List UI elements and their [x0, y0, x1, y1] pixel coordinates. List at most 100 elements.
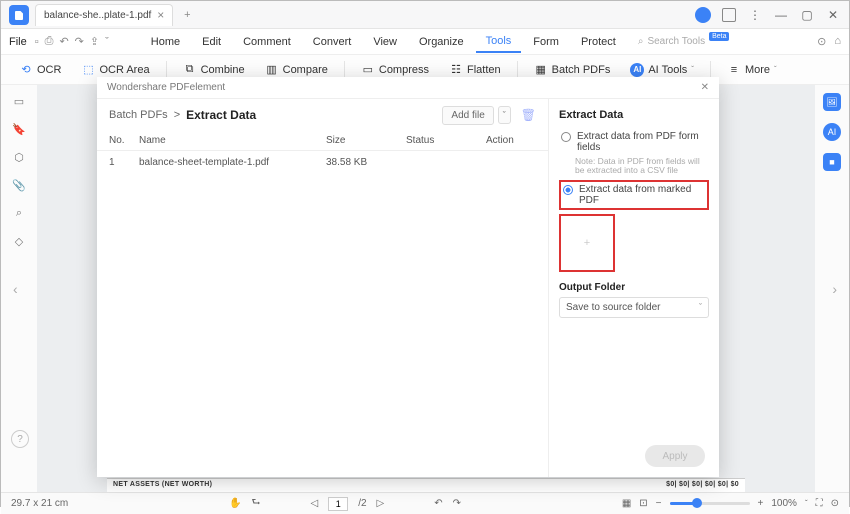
zoom-out-icon[interactable]: −	[656, 498, 662, 509]
document-tab[interactable]: balance-she..plate-1.pdf ×	[35, 4, 173, 26]
user-avatar[interactable]	[691, 3, 715, 27]
rotate-right-icon[interactable]: ↷	[453, 498, 461, 509]
breadcrumb-root[interactable]: Batch PDFs	[109, 109, 168, 121]
radio-unchecked-icon	[561, 132, 571, 142]
add-area-box[interactable]: +	[559, 214, 615, 272]
menu-organize[interactable]: Organize	[409, 32, 474, 52]
cell-no: 1	[109, 157, 139, 168]
close-dialog-icon[interactable]: ✕	[701, 82, 709, 93]
col-status: Status	[406, 135, 486, 146]
menu-convert[interactable]: Convert	[303, 32, 362, 52]
select-tool-icon[interactable]: ⮑	[252, 495, 261, 512]
ocr-button[interactable]: ⟲OCR	[11, 60, 69, 80]
col-no: No.	[109, 135, 139, 146]
maximize-icon[interactable]: ▢	[795, 3, 819, 27]
separator	[517, 61, 518, 79]
next-page-arrow[interactable]: ›	[832, 281, 837, 297]
search-placeholder: Search Tools	[647, 36, 705, 47]
page-input[interactable]	[328, 497, 348, 511]
help-button[interactable]: ?	[11, 430, 29, 448]
flatten-icon: ☷	[449, 63, 463, 77]
share-icon[interactable]: ⇪	[90, 35, 99, 48]
tab-label: balance-she..plate-1.pdf	[44, 10, 151, 21]
menu-tools[interactable]: Tools	[476, 31, 522, 53]
menu-view[interactable]: View	[363, 32, 407, 52]
view-mode-icon[interactable]: ▦	[622, 498, 631, 509]
new-tab-button[interactable]: +	[177, 5, 197, 25]
breadcrumb-sep: >	[174, 109, 180, 121]
minimize-icon[interactable]: —	[769, 3, 793, 27]
search-tools[interactable]: ⌕ Search Tools Beta	[638, 36, 730, 47]
hand-tool-icon[interactable]: ✋	[229, 498, 241, 509]
cell-size: 38.58 KB	[326, 157, 406, 168]
table-row[interactable]: 1balance-sheet-template-1.pdf38.58 KB	[97, 151, 548, 174]
print-icon[interactable]: ⎙	[45, 35, 54, 48]
apply-button[interactable]: Apply	[645, 445, 705, 467]
ai-panel-icon[interactable]: AI	[823, 123, 841, 141]
fit-page-icon[interactable]: ⊡	[639, 498, 647, 509]
menu-home[interactable]: Home	[141, 32, 190, 52]
bookmarks-icon[interactable]: 🔖	[11, 121, 27, 137]
dialog-left-panel: Batch PDFs > Extract Data Add file ˇ 🗑 N…	[97, 99, 549, 477]
window-mode-icon[interactable]	[717, 3, 741, 27]
combine-icon: ⧉	[183, 63, 197, 77]
more-icon: ≡	[727, 63, 741, 77]
chevron-down-icon: ˇ	[691, 65, 694, 74]
panel-icon-1[interactable]: 🖼	[823, 93, 841, 111]
panel-icon-2[interactable]: ■	[823, 153, 841, 171]
option-form-fields[interactable]: Extract data from PDF form fields	[559, 129, 709, 155]
table-header: No. Name Size Status Action	[97, 131, 548, 151]
dialog-title: Wondershare PDFelement	[107, 82, 225, 93]
settings-icon[interactable]: ⊙	[831, 498, 839, 509]
col-name: Name	[139, 135, 326, 146]
document-content: NET ASSETS (NET WORTH)$0| $0| $0| $0| $0…	[107, 478, 745, 492]
ai-icon: AI	[630, 63, 644, 77]
home-icon[interactable]: ⌂	[834, 35, 841, 48]
search-panel-icon[interactable]: ⌕	[11, 205, 27, 221]
cloud-icon[interactable]: ⊙	[817, 35, 826, 48]
menubar: File ▫ ⎙ ↶ ↷ ⇪ ˇ HomeEditCommentConvertV…	[1, 29, 849, 55]
attachments-icon[interactable]: 📎	[11, 177, 27, 193]
layers-icon[interactable]: ◇	[11, 233, 27, 249]
redo-icon[interactable]: ↷	[75, 35, 84, 48]
prev-page-arrow[interactable]: ‹	[13, 281, 18, 297]
file-menu[interactable]: File	[9, 36, 27, 48]
chevron-down-icon: ˇ	[699, 302, 702, 312]
undo-icon[interactable]: ↶	[59, 35, 68, 48]
option-marked-pdf[interactable]: Extract data from marked PDF	[559, 180, 709, 210]
zoom-slider[interactable]	[670, 502, 750, 505]
more-button[interactable]: ≡Moreˇ	[719, 60, 785, 80]
fullscreen-icon[interactable]: ⛶	[816, 498, 823, 509]
breadcrumb-current: Extract Data	[186, 108, 256, 122]
option-label: Extract data from PDF form fields	[577, 131, 707, 153]
add-file-dropdown[interactable]: ˇ	[498, 106, 511, 124]
separator	[344, 61, 345, 79]
zoom-in-icon[interactable]: +	[758, 498, 764, 509]
rotate-left-icon[interactable]: ↶	[434, 498, 442, 509]
output-folder-label: Output Folder	[559, 282, 709, 293]
menu-form[interactable]: Form	[523, 32, 569, 52]
security-icon[interactable]: ⬡	[11, 149, 27, 165]
prev-page-icon[interactable]: ◁	[311, 498, 319, 509]
option-label: Extract data from marked PDF	[579, 184, 703, 206]
output-folder-select[interactable]: Save to source folder ˇ	[559, 297, 709, 318]
add-file-button[interactable]: Add file	[442, 106, 493, 125]
cell-status	[406, 157, 486, 168]
dialog-right-panel: Extract Data Extract data from PDF form …	[549, 99, 719, 477]
menu-protect[interactable]: Protect	[571, 32, 626, 52]
cell-name: balance-sheet-template-1.pdf	[139, 157, 326, 168]
menu-edit[interactable]: Edit	[192, 32, 231, 52]
ocr-area-icon: ⬚	[81, 63, 95, 77]
next-page-icon[interactable]: ▷	[377, 498, 385, 509]
close-window-icon[interactable]: ✕	[821, 3, 845, 27]
menu-comment[interactable]: Comment	[233, 32, 301, 52]
delete-icon[interactable]: 🗑	[521, 108, 536, 122]
qat-dropdown-icon[interactable]: ˇ	[105, 36, 109, 48]
separator	[710, 61, 711, 79]
save-icon[interactable]: ▫	[35, 36, 39, 48]
radio-checked-icon	[563, 185, 573, 195]
thumbnails-icon[interactable]: ▭	[11, 93, 27, 109]
close-tab-icon[interactable]: ×	[157, 8, 164, 22]
kebab-menu-icon[interactable]: ⋮	[743, 3, 767, 27]
batch-icon: ▦	[534, 63, 548, 77]
